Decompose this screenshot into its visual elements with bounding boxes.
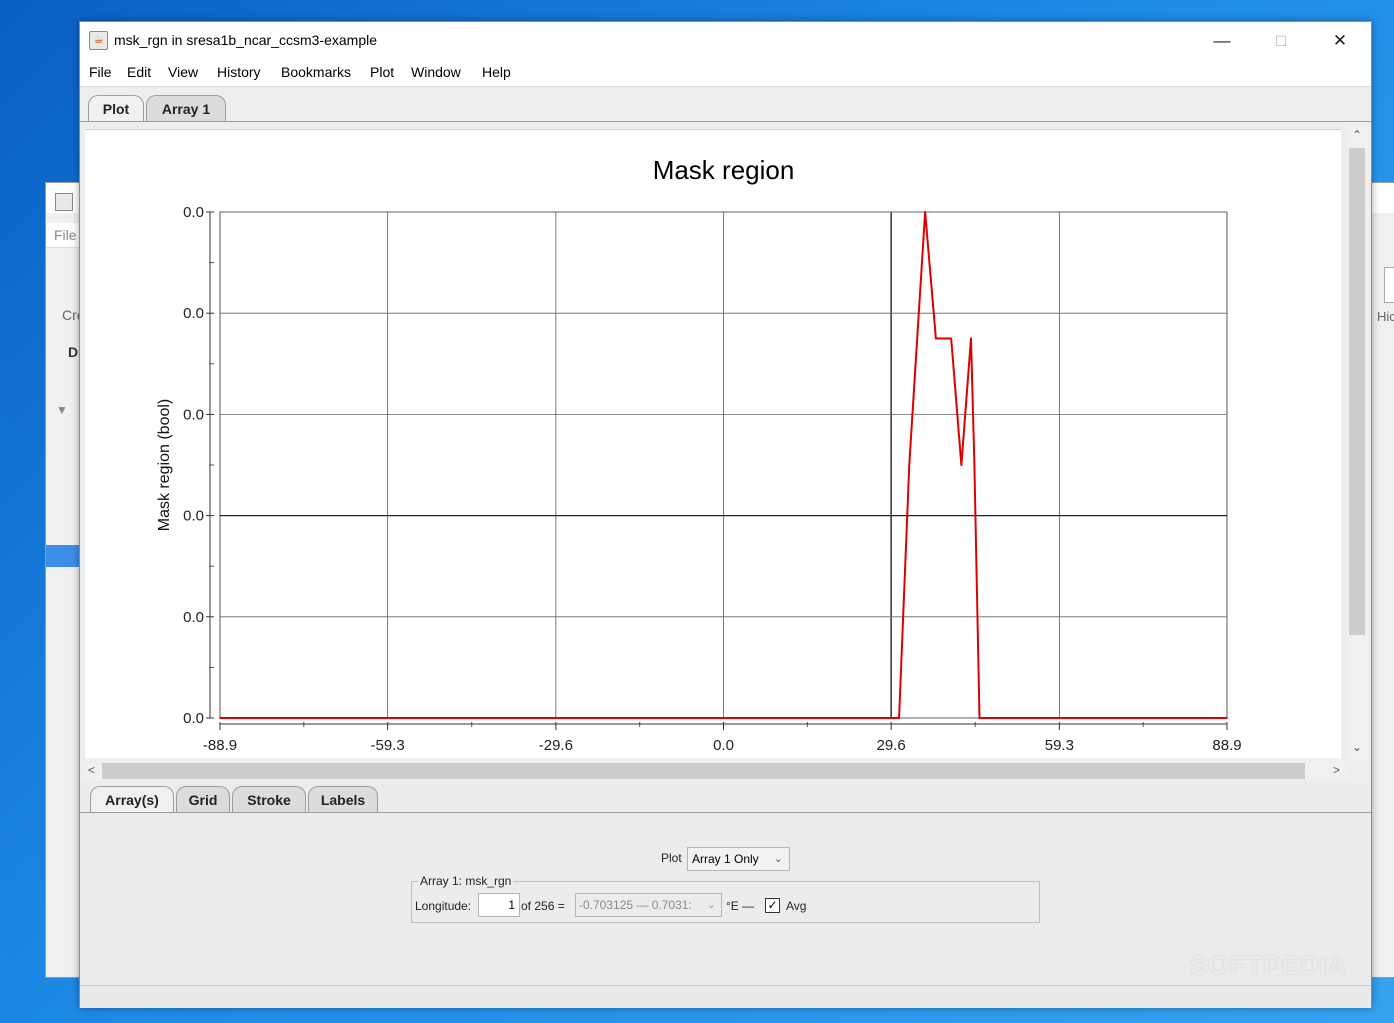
tab-stroke[interactable]: Stroke xyxy=(232,786,306,813)
chart-title: Mask region xyxy=(653,155,795,185)
y-tick-label: 0.0 xyxy=(183,508,204,525)
java-app-icon: ☕ xyxy=(89,31,108,50)
menu-bar: File Edit View History Bookmarks Plot Wi… xyxy=(80,60,1371,87)
tab-arrays[interactable]: Array(s) xyxy=(90,786,174,813)
main-window: ☕ msk_rgn in sresa1b_ncar_ccsm3-example … xyxy=(79,21,1372,1008)
data-point xyxy=(908,464,911,466)
y-tick-label: 0.0 xyxy=(183,204,204,221)
y-axis-label: Mask region (bool) xyxy=(156,399,173,532)
menu-view[interactable]: View xyxy=(168,64,198,80)
background-menu-file[interactable]: File xyxy=(54,227,77,243)
data-point xyxy=(960,464,963,466)
x-tick-label: 88.9 xyxy=(1212,737,1241,754)
background-tab[interactable]: D xyxy=(68,344,78,360)
top-tab-divider xyxy=(80,121,1371,122)
x-tick-label: 0.0 xyxy=(713,737,734,754)
data-point xyxy=(924,211,927,213)
data-point xyxy=(950,337,953,340)
softpedia-watermark: SOFTPEDIA xyxy=(1190,950,1348,980)
data-point xyxy=(973,464,976,466)
data-point xyxy=(898,717,900,719)
background-selected-row[interactable] xyxy=(46,545,79,567)
longitude-label: Longitude: xyxy=(415,899,472,913)
data-point xyxy=(934,337,937,340)
scroll-right-icon[interactable]: > xyxy=(1333,763,1340,777)
menu-file[interactable]: File xyxy=(89,64,112,80)
plot-select-label: Plot xyxy=(661,851,682,865)
array-group-title: Array 1: msk_rgn xyxy=(418,874,514,888)
close-button[interactable]: ✕ xyxy=(1317,26,1363,56)
y-tick-label: 0.0 xyxy=(183,609,204,626)
scroll-up-icon[interactable]: ⌃ xyxy=(1352,128,1362,142)
longitude-range-dropdown[interactable]: -0.703125 — 0.7031: ⌄ xyxy=(575,893,722,917)
x-tick-label: -88.9 xyxy=(203,737,237,754)
y-tick-label: 0.0 xyxy=(183,305,204,322)
data-point xyxy=(219,717,221,719)
menu-edit[interactable]: Edit xyxy=(127,64,151,80)
vertical-scroll-thumb[interactable] xyxy=(1349,148,1365,635)
data-point xyxy=(978,717,981,719)
menu-history[interactable]: History xyxy=(217,64,261,80)
x-tick-label: 59.3 xyxy=(1045,737,1074,754)
bottom-tab-divider xyxy=(80,812,1371,813)
scroll-down-icon[interactable]: ⌄ xyxy=(1352,740,1362,754)
avg-checkbox[interactable]: ✓ xyxy=(765,898,780,913)
controls-panel: Array(s) Grid Stroke Labels Plot Array 1… xyxy=(80,782,1371,987)
horizontal-scroll-thumb[interactable] xyxy=(102,763,1305,779)
tab-array-1[interactable]: Array 1 xyxy=(146,95,226,122)
x-tick-label: -59.3 xyxy=(371,737,405,754)
tab-grid[interactable]: Grid xyxy=(176,786,230,813)
chevron-down-icon: ⌄ xyxy=(773,853,783,865)
unit-label: °E — xyxy=(726,899,755,913)
maximize-button[interactable]: ☐ xyxy=(1258,26,1304,56)
bottom-tab-bar: Array(s) Grid Stroke Labels xyxy=(90,786,1370,813)
title-bar: ☕ msk_rgn in sresa1b_ncar_ccsm3-example … xyxy=(80,22,1371,60)
menu-plot[interactable]: Plot xyxy=(370,64,394,80)
minimize-button[interactable]: — xyxy=(1199,26,1245,56)
longitude-total-label: of 256 = xyxy=(521,899,565,913)
y-tick-label: 0.0 xyxy=(183,406,204,423)
data-point xyxy=(1226,717,1228,719)
chart: Mask region -88.9 -59.3 -29.6 0.0 29.6 59.3 88.… xyxy=(156,155,1242,754)
plot-select-value: Array 1 Only xyxy=(692,852,759,866)
longitude-range-value: -0.703125 — 0.7031: xyxy=(579,898,692,912)
menu-bookmarks[interactable]: Bookmarks xyxy=(281,64,351,80)
menu-help[interactable]: Help xyxy=(482,64,511,80)
menu-window[interactable]: Window xyxy=(411,64,461,80)
top-tab-bar: Plot Array 1 xyxy=(88,95,1368,122)
background-toolbar-right-label[interactable]: Hic xyxy=(1377,309,1394,324)
longitude-index-input[interactable]: 1 xyxy=(478,893,520,917)
avg-label: Avg xyxy=(786,899,807,913)
x-tick-label: -29.6 xyxy=(539,737,573,754)
data-point xyxy=(970,337,972,340)
y-tick-label: 0.0 xyxy=(183,710,204,727)
status-bar xyxy=(80,985,1371,1008)
background-right-icon xyxy=(1384,267,1394,303)
plot-select-dropdown[interactable]: Array 1 Only ⌄ xyxy=(687,847,790,871)
background-app-icon xyxy=(55,193,73,211)
plot-panel: Mask region -88.9 -59.3 -29.6 0.0 29.6 59.3 88.… xyxy=(85,129,1341,758)
tab-labels[interactable]: Labels xyxy=(308,786,378,813)
tree-expand-icon[interactable]: ▼ xyxy=(56,403,68,417)
x-tick-label: 29.6 xyxy=(877,737,906,754)
window-title: msk_rgn in sresa1b_ncar_ccsm3-example xyxy=(114,32,377,48)
scroll-left-icon[interactable]: < xyxy=(88,763,95,777)
chevron-down-icon: ⌄ xyxy=(706,899,716,911)
tab-plot[interactable]: Plot xyxy=(88,95,144,122)
data-point xyxy=(941,337,944,340)
